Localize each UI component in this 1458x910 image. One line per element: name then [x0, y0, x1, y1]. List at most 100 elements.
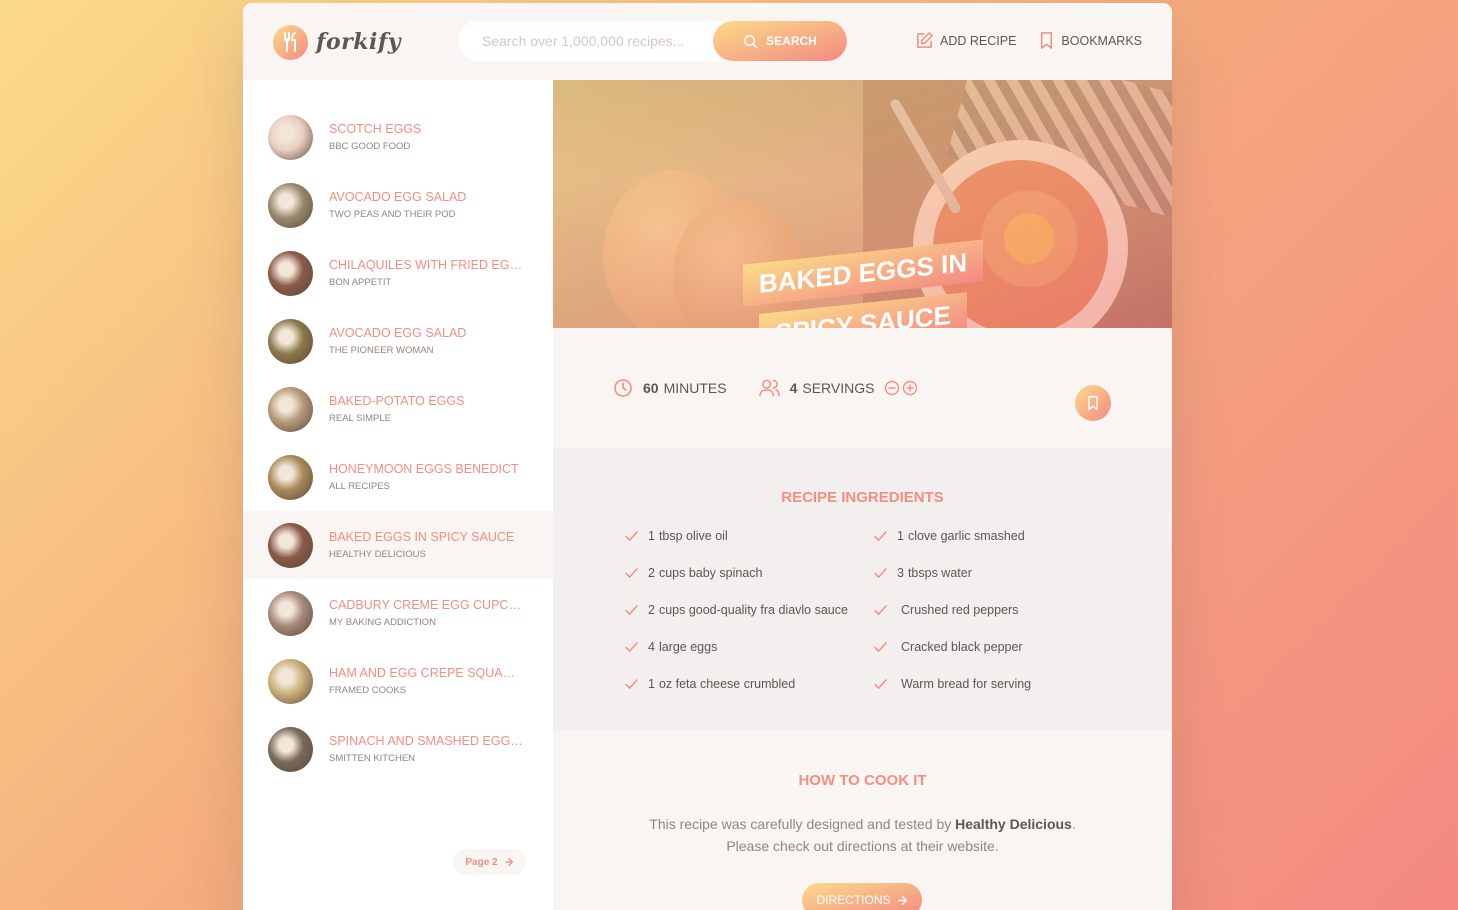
result-text: Scotch Eggs BBC Good Food — [329, 122, 421, 152]
ingredient-description: Cracked black pepper — [901, 640, 1023, 654]
ingredient-item: Warm bread for serving — [874, 674, 1105, 694]
ingredient-quantity: 1 — [897, 529, 904, 543]
servings-controls — [884, 380, 918, 396]
directions-button-label: Directions — [816, 893, 891, 907]
ingredient-quantity: 1 — [648, 529, 655, 543]
ingredient-item: 3 tbsps water — [874, 563, 1105, 583]
result-item[interactable]: Honeymoon Eggs Benedict All Recipes — [243, 443, 553, 511]
recipe-title: Baked Eggs in Spicy Sauce — [713, 232, 1013, 328]
fork-knife-icon — [273, 24, 308, 60]
result-publisher: BBC Good Food — [329, 141, 411, 152]
result-item[interactable]: Baked Eggs in Spicy Sauce Healthy Delicio… — [243, 511, 553, 579]
ingredient-item: Cracked black pepper — [874, 637, 1105, 657]
arrow-right-icon — [504, 858, 513, 866]
ingredient-description: tbsps water — [907, 566, 972, 580]
ingredient-quantity: 1 — [648, 677, 655, 691]
search-icon — [744, 34, 758, 48]
result-text: Cadbury Creme Egg Cupcakes My Baking Addi… — [329, 598, 524, 628]
result-text: Spinach and Smashed Egg To... Smitten Kit… — [329, 734, 524, 764]
arrow-right-icon — [897, 895, 907, 905]
servings: 4 servings — [758, 378, 919, 398]
result-title: Scotch Eggs — [329, 122, 422, 136]
recipe-view: Baked Eggs in Spicy Sauce 60 minutes 4 s… — [553, 80, 1172, 910]
next-page-button[interactable]: Page 2 — [453, 849, 526, 875]
check-icon — [625, 567, 638, 578]
ingredient-quantity: 2 — [648, 566, 655, 580]
ingredient-item: 2 cups good-quality fra diavlo sauce — [625, 600, 874, 620]
result-item[interactable]: Cadbury Creme Egg Cupcakes My Baking Addi… — [243, 579, 553, 647]
directions-button[interactable]: Directions — [802, 883, 922, 910]
nav: Add recipe Bookmarks — [915, 31, 1142, 50]
edit-icon — [917, 32, 933, 48]
result-publisher: Real Simple — [329, 413, 391, 424]
result-publisher: My Baking Addiction — [329, 617, 436, 628]
result-item[interactable]: Avocado Egg Salad The Pioneer Woman — [243, 307, 553, 375]
ingredient-description: tbsp olive oil — [658, 529, 728, 543]
result-text: Avocado Egg Salad Two Peas and Their Pod — [329, 190, 466, 220]
check-icon — [874, 678, 887, 689]
ingredient-description: Warm bread for serving — [901, 677, 1032, 691]
directions-text: This recipe was carefully designed and t… — [649, 816, 1076, 855]
result-item[interactable]: Scotch Eggs BBC Good Food — [243, 103, 553, 171]
result-thumbnail — [268, 454, 313, 500]
logo[interactable]: forkify — [273, 23, 401, 61]
recipe-directions: How to cook it This recipe was carefully… — [553, 731, 1172, 910]
result-item[interactable]: Baked-Potato Eggs Real Simple — [243, 375, 553, 443]
result-title: Ham and Egg Crepe Squares — [329, 666, 524, 680]
result-thumbnail — [268, 318, 313, 364]
result-text: Baked Eggs in Spicy Sauce Healthy Delicio… — [329, 530, 514, 560]
result-title: Spinach and Smashed Egg To... — [329, 734, 524, 748]
ingredient-item: 2 cups baby spinach — [625, 563, 874, 583]
result-publisher: All Recipes — [329, 481, 390, 492]
add-recipe-button[interactable]: Add recipe — [915, 31, 1016, 50]
add-recipe-label: Add recipe — [940, 33, 1017, 48]
result-publisher: Smitten Kitchen — [329, 753, 416, 764]
result-title: Baked Eggs in Spicy Sauce — [329, 530, 515, 544]
result-text: Chilaquiles with Fried Eggs Bon Appetit — [329, 258, 524, 288]
decrease-servings-button[interactable] — [884, 380, 900, 396]
check-icon — [625, 530, 638, 541]
ingredient-description: clove garlic smashed — [907, 529, 1025, 543]
bookmark-icon — [1041, 32, 1053, 49]
result-text: Ham and Egg Crepe Squares Framed Cooks — [329, 666, 524, 696]
result-publisher: Healthy Delicious — [329, 549, 426, 560]
ingredient-list: 1 tbsp olive oil 1 clove garlic smashed 2 cup… — [625, 526, 1105, 694]
check-icon — [874, 530, 887, 541]
check-icon — [874, 641, 887, 652]
result-item[interactable]: Spinach and Smashed Egg To... Smitten Kit… — [243, 715, 553, 783]
search-form: Search — [458, 21, 847, 61]
search-button-label: Search — [766, 34, 817, 48]
ingredient-quantity: 2 — [648, 603, 655, 617]
bookmark-recipe-button[interactable] — [1075, 385, 1111, 421]
result-item[interactable]: Chilaquiles with Fried Eggs Bon Appetit — [243, 239, 553, 307]
ingredients-heading: Recipe ingredients — [781, 489, 944, 506]
increase-servings-button[interactable] — [902, 380, 918, 396]
result-text: Honeymoon Eggs Benedict All Recipes — [329, 462, 519, 492]
ingredient-item: 4 large eggs — [625, 637, 874, 657]
result-item[interactable]: Ham and Egg Crepe Squares Framed Cooks — [243, 647, 553, 715]
recipe-ingredients: Recipe ingredients 1 tbsp olive oil 1 clove… — [553, 448, 1172, 731]
check-icon — [874, 567, 887, 578]
result-thumbnail — [268, 182, 313, 228]
bookmarks-button[interactable]: Bookmarks — [1038, 31, 1142, 50]
result-item[interactable]: Avocado Egg Salad Two Peas and Their Pod — [243, 171, 553, 239]
search-input[interactable] — [458, 21, 713, 61]
check-icon — [874, 604, 887, 615]
recipe-image: Baked Eggs in Spicy Sauce — [553, 80, 1172, 328]
result-title: Baked-Potato Eggs — [329, 394, 465, 408]
search-button[interactable]: Search — [713, 21, 847, 61]
result-publisher: Framed Cooks — [329, 685, 407, 696]
ingredient-item: Crushed red peppers — [874, 600, 1105, 620]
clock-icon — [614, 379, 632, 397]
result-thumbnail — [268, 658, 313, 704]
minus-circle-icon — [885, 380, 900, 396]
result-publisher: The Pioneer Woman — [329, 345, 434, 356]
check-icon — [625, 604, 638, 615]
ingredient-description: large eggs — [658, 640, 718, 654]
result-thumbnail — [268, 250, 313, 296]
search-results: Scotch Eggs BBC Good Food Avocado Egg Sala… — [243, 80, 553, 910]
result-publisher: Two Peas and Their Pod — [329, 209, 456, 220]
result-text: Avocado Egg Salad The Pioneer Woman — [329, 326, 466, 356]
result-thumbnail — [268, 114, 313, 160]
logo-text: forkify — [316, 29, 402, 55]
